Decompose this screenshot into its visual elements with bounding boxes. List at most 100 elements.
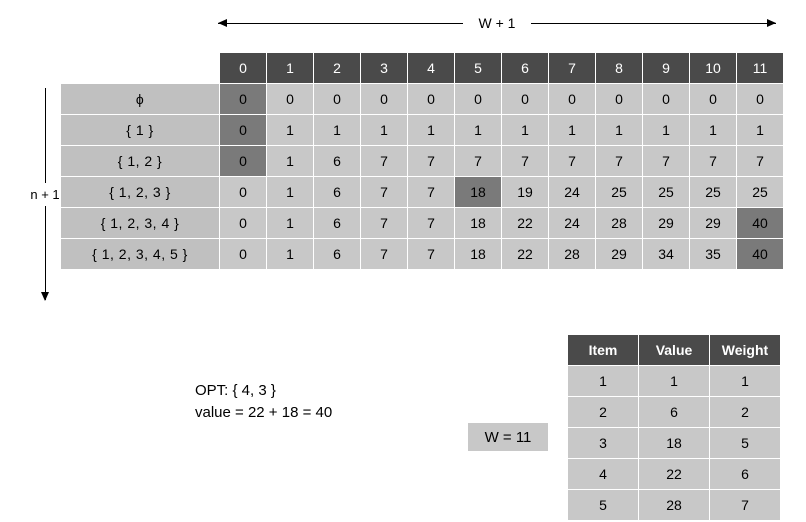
dp-col-header-4: 4 [408, 53, 454, 83]
dp-col-header-0: 0 [220, 53, 266, 83]
items-cell-r3-c1: 22 [639, 459, 709, 489]
dp-table-row: { 1, 2, 3, 4 } 0 1 6 7 7 18 22 24 28 29 29 40 [61, 208, 783, 238]
dp-cell-r3-c8: 25 [596, 177, 642, 207]
dp-cell-r4-c2: 6 [314, 208, 360, 238]
dp-cell-r4-c8: 28 [596, 208, 642, 238]
arrow-head-right-icon [531, 19, 776, 27]
dp-table-header-row: 0 1 2 3 4 5 6 7 8 9 10 11 [61, 53, 783, 83]
dp-table-row: { 1 } 0 1 1 1 1 1 1 1 1 1 1 1 [61, 115, 783, 145]
dp-cell-r3-c4: 7 [408, 177, 454, 207]
items-table: Item Value Weight 1 1 1 2 6 2 3 18 5 4 22 6 5 28 7 [567, 334, 781, 521]
items-table-row: 4 22 6 [568, 459, 780, 489]
dp-cell-r4-c9: 29 [643, 208, 689, 238]
dp-row-label: ϕ [61, 84, 219, 114]
dp-col-header-2: 2 [314, 53, 360, 83]
items-cell-r2-c2: 5 [710, 428, 780, 458]
dp-cell-r1-c4: 1 [408, 115, 454, 145]
dp-cell-r0-c5: 0 [455, 84, 501, 114]
optimal-solution-text: OPT: { 4, 3 } value = 22 + 18 = 40 [195, 380, 332, 424]
dp-cell-r5-c10: 35 [690, 239, 736, 269]
dp-cell-r3-c7: 24 [549, 177, 595, 207]
dp-cell-r2-c1: 1 [267, 146, 313, 176]
dp-cell-r0-c8: 0 [596, 84, 642, 114]
items-cell-r0-c0: 1 [568, 366, 638, 396]
dp-cell-r4-c1: 1 [267, 208, 313, 238]
items-cell-r0-c1: 1 [639, 366, 709, 396]
dp-cell-r0-c9: 0 [643, 84, 689, 114]
dp-cell-r5-c0: 0 [220, 239, 266, 269]
dp-cell-r5-c11: 40 [737, 239, 783, 269]
dp-cell-r1-c3: 1 [361, 115, 407, 145]
dp-cell-r4-c5: 18 [455, 208, 501, 238]
dp-cell-r3-c1: 1 [267, 177, 313, 207]
dp-col-header-7: 7 [549, 53, 595, 83]
dp-cell-r2-c7: 7 [549, 146, 595, 176]
dp-cell-r0-c0: 0 [220, 84, 266, 114]
dp-cell-r1-c10: 1 [690, 115, 736, 145]
items-table-row: 3 18 5 [568, 428, 780, 458]
dp-cell-r4-c4: 7 [408, 208, 454, 238]
dp-cell-r1-c2: 1 [314, 115, 360, 145]
items-cell-r3-c0: 4 [568, 459, 638, 489]
arrow-head-down-icon [40, 205, 49, 301]
dp-cell-r3-c6: 19 [502, 177, 548, 207]
dp-cell-r2-c11: 7 [737, 146, 783, 176]
capacity-badge: W = 11 [468, 423, 548, 451]
dp-col-header-11: 11 [737, 53, 783, 83]
width-dimension-arrow: W + 1 [218, 8, 776, 38]
items-col-header-value: Value [639, 335, 709, 365]
dp-cell-r5-c9: 34 [643, 239, 689, 269]
dp-row-label: { 1, 2, 3, 4, 5 } [61, 239, 219, 269]
dp-row-label: { 1 } [61, 115, 219, 145]
items-cell-r0-c2: 1 [710, 366, 780, 396]
dp-cell-r1-c1: 1 [267, 115, 313, 145]
dp-col-header-9: 9 [643, 53, 689, 83]
dp-cell-r2-c9: 7 [643, 146, 689, 176]
dp-cell-r5-c7: 28 [549, 239, 595, 269]
dp-cell-r5-c2: 6 [314, 239, 360, 269]
dp-cell-r0-c4: 0 [408, 84, 454, 114]
dp-cell-r0-c2: 0 [314, 84, 360, 114]
dp-cell-r0-c7: 0 [549, 84, 595, 114]
items-cell-r1-c0: 2 [568, 397, 638, 427]
dp-table-corner-cell [61, 53, 219, 83]
dp-cell-r2-c3: 7 [361, 146, 407, 176]
dp-cell-r0-c1: 0 [267, 84, 313, 114]
dp-row-label: { 1, 2 } [61, 146, 219, 176]
items-cell-r3-c2: 6 [710, 459, 780, 489]
items-col-header-weight: Weight [710, 335, 780, 365]
dp-cell-r1-c8: 1 [596, 115, 642, 145]
arrow-head-left-icon [218, 19, 463, 27]
dp-cell-r0-c11: 0 [737, 84, 783, 114]
items-table-body: 1 1 1 2 6 2 3 18 5 4 22 6 5 28 7 [568, 366, 780, 520]
height-dimension-label: n + 1 [30, 182, 60, 206]
dp-cell-r3-c10: 25 [690, 177, 736, 207]
dp-cell-r1-c5: 1 [455, 115, 501, 145]
dp-col-header-1: 1 [267, 53, 313, 83]
dp-cell-r3-c9: 25 [643, 177, 689, 207]
dp-cell-r5-c4: 7 [408, 239, 454, 269]
dp-col-header-5: 5 [455, 53, 501, 83]
dp-cell-r2-c0: 0 [220, 146, 266, 176]
items-table-row: 5 28 7 [568, 490, 780, 520]
dp-cell-r5-c3: 7 [361, 239, 407, 269]
items-cell-r2-c1: 18 [639, 428, 709, 458]
dp-cell-r2-c8: 7 [596, 146, 642, 176]
dp-cell-r3-c5: 18 [455, 177, 501, 207]
dp-col-header-8: 8 [596, 53, 642, 83]
items-cell-r4-c1: 28 [639, 490, 709, 520]
dp-cell-r1-c11: 1 [737, 115, 783, 145]
dp-cell-r3-c3: 7 [361, 177, 407, 207]
dp-cell-r0-c10: 0 [690, 84, 736, 114]
dp-row-label: { 1, 2, 3 } [61, 177, 219, 207]
dp-cell-r1-c0: 0 [220, 115, 266, 145]
dp-cell-r3-c2: 6 [314, 177, 360, 207]
dp-cell-r2-c6: 7 [502, 146, 548, 176]
dp-cell-r4-c10: 29 [690, 208, 736, 238]
dp-cell-r3-c11: 25 [737, 177, 783, 207]
dp-table-row: { 1, 2 } 0 1 6 7 7 7 7 7 7 7 7 7 [61, 146, 783, 176]
width-dimension-label: W + 1 [478, 15, 516, 31]
dp-cell-r3-c0: 0 [220, 177, 266, 207]
dp-cell-r4-c3: 7 [361, 208, 407, 238]
dp-table-row: ϕ000000000000 [61, 84, 783, 114]
